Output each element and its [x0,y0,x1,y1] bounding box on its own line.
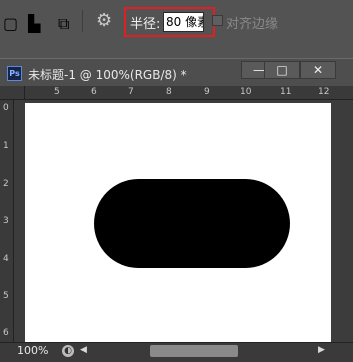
rounded-rectangle-shape[interactable] [94,179,290,268]
v-ruler-label: 4 [3,254,9,264]
document-title: 未标题-1 @ 100%(RGB/8) * [28,68,187,82]
h-ruler-label: 10 [240,87,252,97]
align-icon[interactable]: ▙ [28,14,40,33]
close-button[interactable]: ✕ [300,61,336,79]
restore-button[interactable]: □ [264,61,300,79]
arrange-icon[interactable]: ⧉ [58,14,69,34]
zoom-level[interactable]: 100% [17,344,48,357]
align-edges-checkbox[interactable] [212,15,223,26]
h-ruler-label: 9 [204,87,210,97]
h-ruler-label: 11 [280,87,292,97]
navigator-icon[interactable]: ◐ [62,345,74,357]
scroll-right-icon[interactable]: ▶ [318,345,325,355]
v-ruler-label: 0 [3,103,9,113]
horizontal-ruler[interactable] [25,86,353,100]
h-ruler-label: 5 [54,87,60,97]
vertical-scrollbar[interactable] [333,100,353,342]
horizontal-scroll-thumb[interactable] [150,345,238,357]
h-ruler-label: 8 [166,87,172,97]
h-ruler-label: 12 [318,87,330,97]
gear-icon[interactable]: ⚙ [96,12,112,30]
radius-input[interactable]: 80 像素 [163,12,204,32]
photoshop-doc-icon: Ps [7,66,22,81]
path-ops-icon[interactable]: ▢ [3,14,18,33]
v-ruler-label: 5 [3,291,9,301]
v-ruler-label: 6 [3,328,9,338]
h-ruler-label: 6 [91,87,97,97]
ruler-corner[interactable] [0,86,25,100]
h-ruler-label: 7 [128,87,134,97]
radius-label: 半径: [130,17,161,32]
v-ruler-label: 1 [3,141,9,151]
align-edges-label: 对齐边缘 [226,17,279,32]
scroll-left-icon[interactable]: ◀ [80,345,87,355]
v-ruler-label: 2 [3,179,9,189]
v-ruler-label: 3 [3,216,9,226]
toolbar-separator [82,10,83,32]
